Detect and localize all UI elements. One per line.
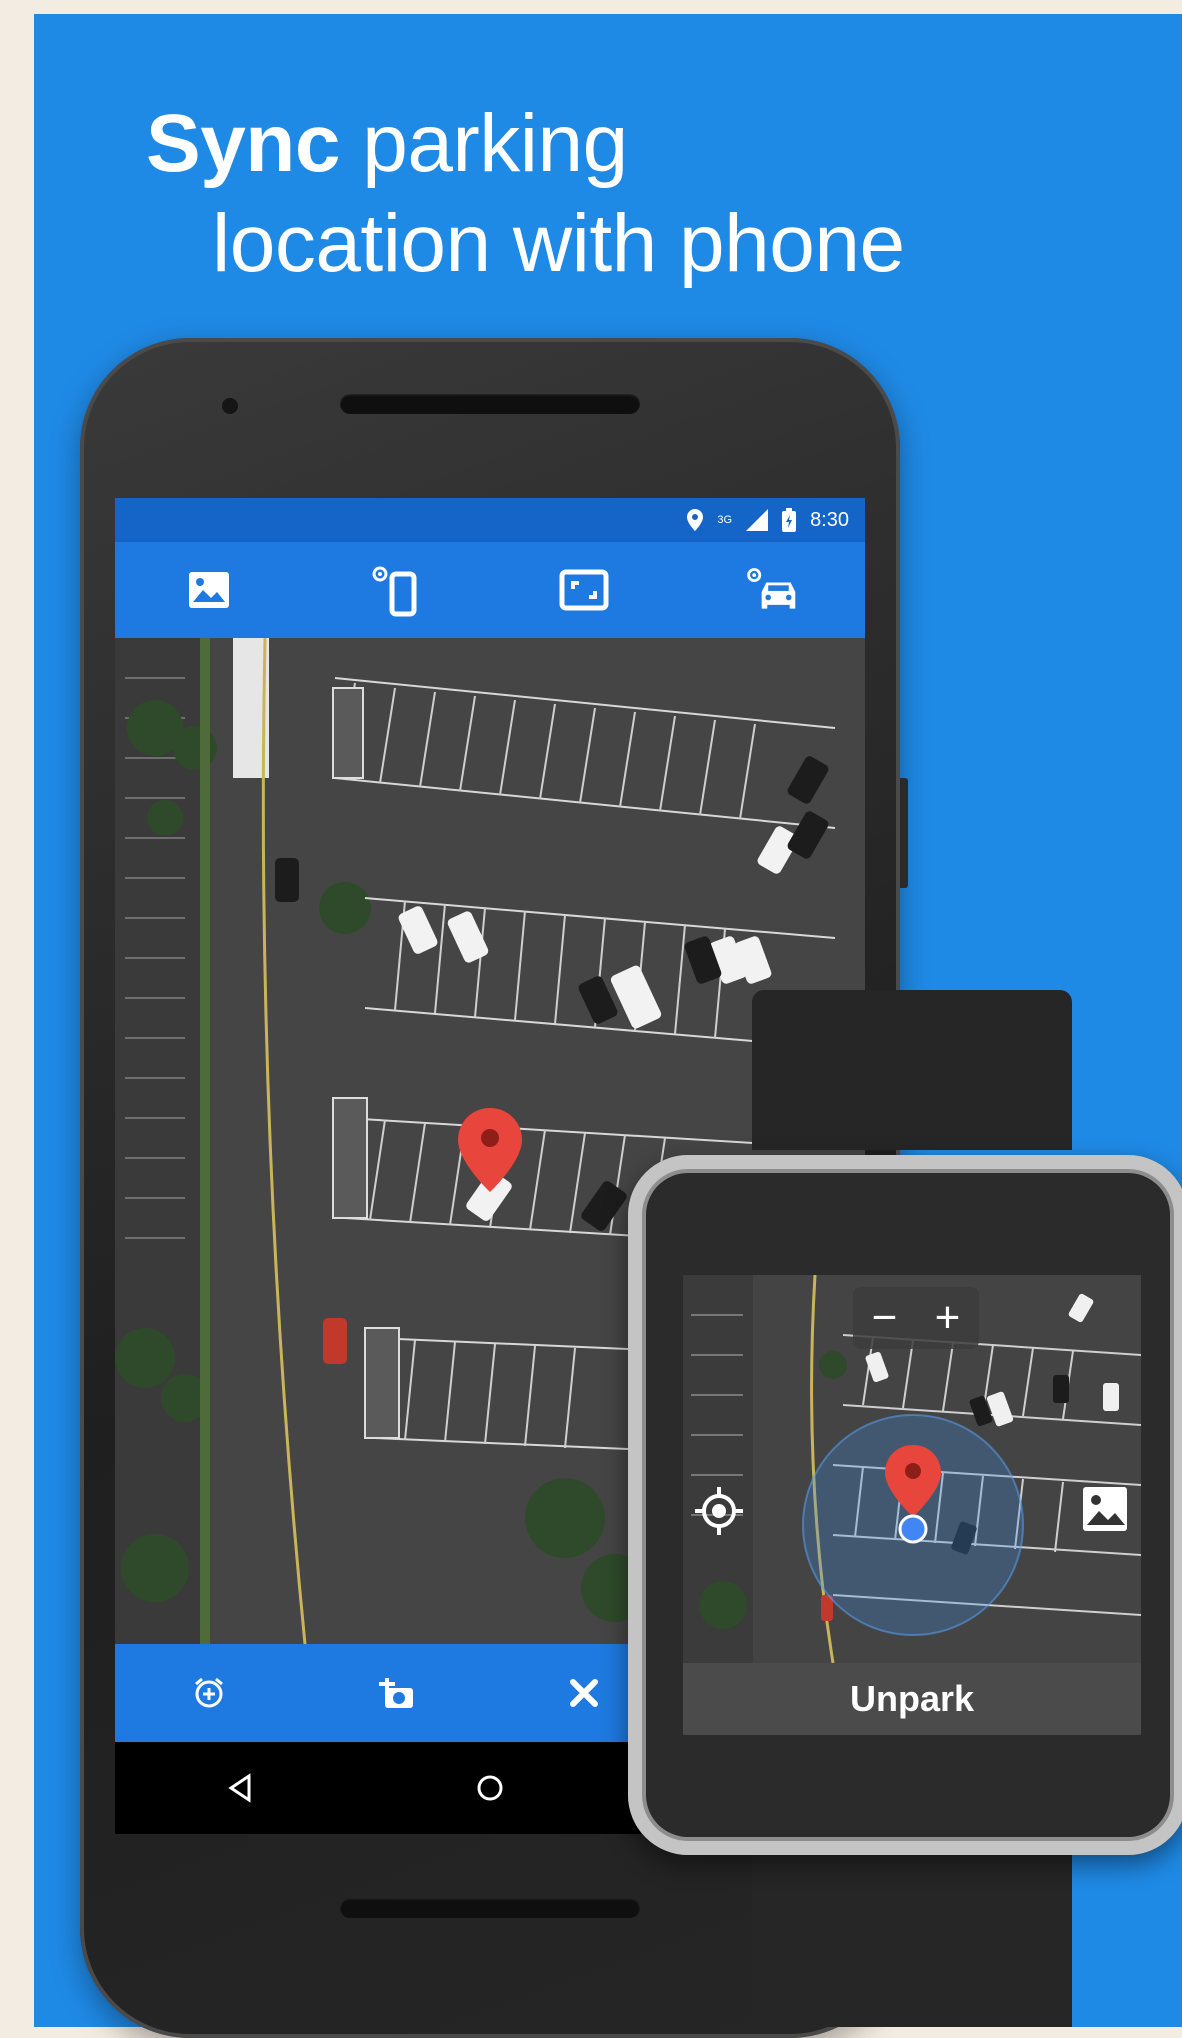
back-icon[interactable] bbox=[212, 1760, 268, 1816]
add-photo-icon[interactable] bbox=[368, 1665, 424, 1721]
phone-camera bbox=[222, 398, 238, 414]
zoom-in-button[interactable]: + bbox=[935, 1293, 961, 1343]
add-alarm-icon[interactable] bbox=[181, 1665, 237, 1721]
watch-map[interactable]: − + bbox=[683, 1275, 1141, 1664]
status-time: 8:30 bbox=[810, 508, 849, 531]
phone-bottom-speaker bbox=[340, 1898, 640, 1918]
signal-label: 3G bbox=[717, 514, 733, 526]
headline-line2: location with phone bbox=[212, 198, 905, 289]
phone-top-speaker bbox=[340, 394, 640, 414]
battery-icon bbox=[782, 508, 797, 532]
status-bar: 3G 8:30 bbox=[115, 498, 865, 542]
home-icon[interactable] bbox=[462, 1760, 518, 1816]
headline: Sync parking location with phone bbox=[146, 94, 905, 294]
my-location-icon[interactable] bbox=[693, 1485, 745, 1537]
top-toolbar bbox=[115, 542, 865, 638]
photo-icon-watch[interactable] bbox=[1081, 1485, 1129, 1533]
close-icon[interactable] bbox=[556, 1665, 612, 1721]
fullscreen-icon[interactable] bbox=[556, 562, 612, 618]
zoom-controls: − + bbox=[853, 1287, 979, 1349]
photo-icon[interactable] bbox=[181, 562, 237, 618]
watch-strap-top bbox=[752, 990, 1072, 1150]
headline-bold: Sync bbox=[146, 98, 341, 189]
zoom-out-button[interactable]: − bbox=[872, 1293, 898, 1343]
location-status-icon bbox=[687, 509, 704, 531]
unpark-button[interactable]: Unpark bbox=[683, 1663, 1141, 1735]
find-phone-icon[interactable] bbox=[368, 562, 424, 618]
signal-icon bbox=[746, 509, 769, 531]
watch-strap-bottom bbox=[752, 1842, 1072, 2027]
watch-screen: − + Unpark bbox=[683, 1275, 1141, 1735]
car-location-icon[interactable] bbox=[743, 562, 799, 618]
headline-rest: parking bbox=[340, 98, 628, 189]
phone-side-button bbox=[900, 778, 908, 888]
